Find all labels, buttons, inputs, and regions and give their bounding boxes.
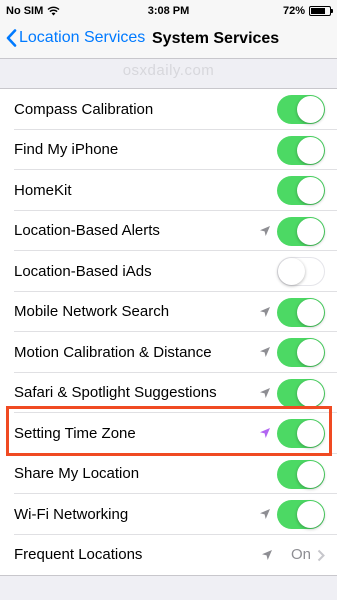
row-label: Setting Time Zone — [14, 424, 136, 442]
toggle-switch[interactable] — [277, 419, 325, 448]
toggle-knob — [297, 501, 324, 528]
toggle-switch[interactable] — [277, 459, 325, 489]
location-arrow-icon — [260, 387, 270, 398]
row-label: Compass Calibration — [14, 100, 154, 118]
location-arrow-icon — [260, 225, 270, 236]
toggle-knob — [297, 96, 324, 123]
list-item: Mobile Network Search — [0, 292, 337, 333]
list-item: Setting Time Zone — [0, 413, 337, 454]
toggle-switch[interactable] — [277, 338, 325, 367]
toggle-knob — [278, 258, 305, 285]
battery-percent: 72% — [282, 5, 305, 17]
list-item[interactable]: Frequent Locations On — [0, 535, 337, 576]
row-label: Share My Location — [14, 465, 140, 483]
back-button[interactable]: Location Services — [6, 29, 145, 47]
toggle-knob — [297, 460, 324, 488]
list-item: Motion Calibration & Distance — [0, 332, 337, 373]
toggle-knob — [297, 420, 324, 447]
toggle-knob — [297, 136, 324, 164]
row-label: Mobile Network Search — [14, 303, 170, 321]
location-arrow-icon — [260, 509, 270, 519]
toggle-knob — [297, 379, 324, 407]
chevron-right-icon — [317, 549, 325, 561]
toggle-switch[interactable] — [277, 378, 325, 408]
row-label: Wi-Fi Networking — [14, 505, 129, 523]
list-item: Location-Based Alerts — [0, 211, 337, 252]
page-title: System Services — [152, 30, 280, 47]
back-label: Location Services — [19, 29, 146, 46]
toggle-switch[interactable] — [277, 95, 325, 124]
system-services-list: Compass Calibration Find My iPhone HomeKit… — [0, 88, 337, 576]
row-label: Location-Based iAds — [14, 262, 152, 280]
toggle-switch[interactable] — [277, 297, 325, 327]
list-item: HomeKit — [0, 170, 337, 211]
toggle-knob — [297, 177, 324, 204]
row-label: Frequent Locations — [14, 546, 143, 564]
row-label: Location-Based Alerts — [14, 222, 160, 240]
toggle-switch[interactable] — [277, 216, 325, 246]
toggle-switch[interactable] — [277, 500, 325, 529]
toggle-knob — [297, 298, 324, 326]
chevron-left-icon — [6, 29, 17, 47]
toggle-switch[interactable] — [277, 135, 325, 165]
row-label: Safari & Spotlight Suggestions — [14, 384, 217, 402]
list-item: Share My Location — [0, 454, 337, 495]
toggle-switch[interactable] — [277, 176, 325, 205]
location-arrow-icon — [260, 347, 270, 357]
list-item: Safari & Spotlight Suggestions — [0, 373, 337, 414]
list-item: Location-Based iAds — [0, 251, 337, 292]
row-label: HomeKit — [14, 181, 72, 199]
battery-icon — [309, 6, 333, 16]
toggle-knob — [297, 339, 324, 366]
list-item: Compass Calibration — [0, 89, 337, 130]
row-label: Find My iPhone — [14, 141, 119, 159]
location-arrow-icon — [262, 549, 272, 560]
row-value: On — [290, 546, 311, 564]
list-item: Wi-Fi Networking — [0, 494, 337, 535]
location-arrow-icon — [260, 428, 270, 438]
toggle-switch[interactable] — [277, 257, 325, 286]
location-arrow-icon — [260, 306, 270, 317]
status-bar: No SIM 3:08 PM 72% — [0, 0, 337, 22]
list-item: Find My iPhone — [0, 130, 337, 171]
toggle-knob — [297, 217, 324, 245]
watermark: osxdaily.com — [122, 62, 215, 79]
navigation-bar: Location Services System Services — [0, 22, 337, 59]
status-right: 72% — [282, 5, 333, 17]
row-label: Motion Calibration & Distance — [14, 343, 212, 361]
